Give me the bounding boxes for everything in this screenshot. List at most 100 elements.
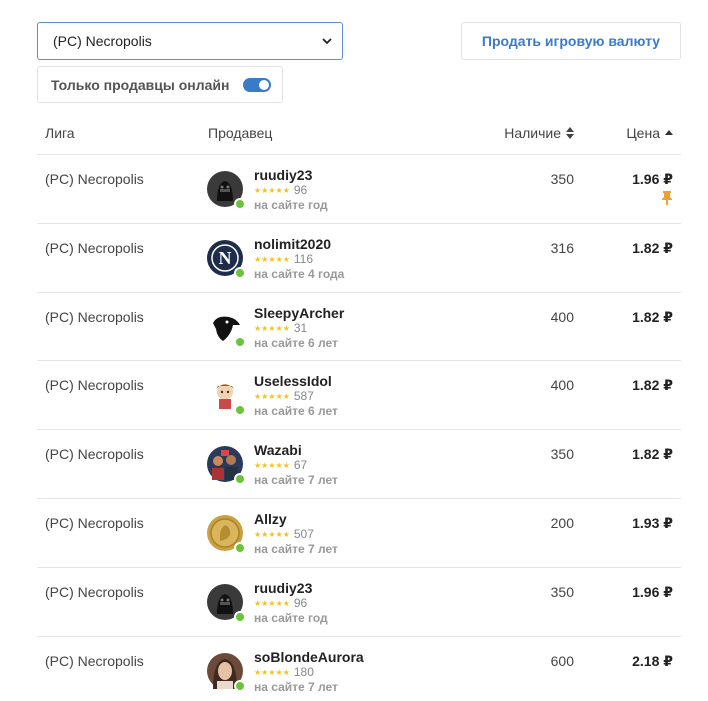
row-league: (PC) Necropolis [45,377,144,394]
seller-since: на сайте 4 года [254,266,345,281]
online-only-toggle[interactable] [242,77,271,92]
review-count: 587 [293,389,314,404]
table-row[interactable]: (PC) Necropolis ruudiy23 ★★★★★ 96 на сай… [37,568,681,637]
header-price-sort[interactable]: Цена [626,125,673,141]
seller-since: на сайте год [254,198,328,212]
seller-since: на сайте 7 лет [254,679,338,694]
seller-info: ruudiy23 ★★★★★ 96 на сайте год [254,580,328,625]
table-row[interactable]: (PC) Necropolis Allzy ★★★★★ 507 на сайте… [37,499,681,568]
row-stock: 350 [550,446,574,463]
crow-avatar[interactable] [207,308,246,348]
row-price: 1.93 ₽ [632,514,673,531]
row-price: 1.82 ₽ [632,239,673,256]
seller-since: на сайте 7 лет [254,473,338,488]
seller-since: на сайте год [254,610,328,625]
seller-info: soBlondeAurora ★★★★★ 180 на сайте 7 лет [254,649,364,694]
seller-since: на сайте 6 лет [254,404,338,419]
seller-info: nolimit2020 ★★★★★ 116 на сайте 4 года [254,236,345,281]
table-row[interactable]: (PC) Necropolis N nolimit2020 ★★★★★ 116 … [37,224,681,293]
seller-info: Allzy ★★★★★ 507 на сайте 7 лет [254,511,338,556]
online-status-icon [234,335,246,348]
table-row[interactable]: (PC) Necropolis soBlondeAurora ★★★★★ 180… [37,637,681,701]
row-league: (PC) Necropolis [45,171,144,187]
seller-rating: ★★★★★ 96 [254,184,328,197]
row-stock: 316 [550,239,574,256]
sort-asc-icon [665,130,673,135]
seller-name-link[interactable]: UselessIdol [254,374,338,389]
seller-info: Wazabi ★★★★★ 67 на сайте 7 лет [254,443,338,488]
star-rating-icon: ★★★★★ [254,254,290,264]
table-row[interactable]: (PC) Necropolis ruudiy23 ★★★★★ 96 на сай… [37,155,681,224]
darth-vader-avatar[interactable] [207,171,246,210]
row-stock: 200 [550,514,574,531]
seller-name-link[interactable]: Wazabi [254,443,338,458]
online-status-icon [234,679,246,692]
table-row[interactable]: (PC) Necropolis Wazabi ★★★★★ 67 на сайте… [37,430,681,499]
group-photo-avatar[interactable] [207,446,246,486]
league-select[interactable]: (PC) Necropolis [37,22,343,60]
review-count: 507 [293,526,314,541]
seller-info: ruudiy23 ★★★★★ 96 на сайте год [254,168,328,213]
online-only-label: Только продавцы онлайн [51,76,230,93]
seller-info: UselessIdol ★★★★★ 587 на сайте 6 лет [254,374,338,419]
review-count: 67 [293,458,308,473]
letter-n-avatar[interactable]: N [207,239,246,279]
star-rating-icon: ★★★★★ [254,598,290,608]
online-status-icon [234,541,246,554]
row-stock: 400 [550,377,574,394]
star-rating-icon: ★★★★★ [254,667,290,677]
filter-controls: (PC) Necropolis Продать игровую валюту Т… [37,22,681,103]
review-count: 96 [293,595,308,610]
online-only-filter[interactable]: Только продавцы онлайн [37,66,283,103]
row-league: (PC) Necropolis [45,652,144,669]
seller-rating: ★★★★★ 587 [254,390,338,403]
seller-rating: ★★★★★ 31 [254,320,344,335]
header-stock-sort[interactable]: Наличие [504,125,574,141]
star-rating-icon: ★★★★★ [254,461,290,471]
seller-name-link[interactable]: ruudiy23 [254,580,328,596]
seller-name-link[interactable]: nolimit2020 [254,236,344,252]
seller-name-link[interactable]: ruudiy23 [254,168,328,183]
seller-name-link[interactable]: SleepyArcher [254,305,344,321]
league-select-value: (PC) Necropolis [53,33,152,49]
row-price: 1.96 ₽ [632,583,673,600]
sell-currency-button[interactable]: Продать игровую валюту [461,22,681,60]
table-header: Лига Продавец Наличие Цена [37,117,681,155]
offers-table: Лига Продавец Наличие Цена (PC) Necropol… [37,117,681,701]
toggle-knob [258,79,269,90]
cartoon-avatar[interactable] [207,377,246,417]
seller-rating: ★★★★★ 96 [254,595,328,610]
header-price-label: Цена [626,125,660,141]
table-row[interactable]: (PC) Necropolis SleepyArcher ★★★★★ 31 на… [37,293,681,362]
row-stock: 350 [550,583,574,600]
star-rating-icon: ★★★★★ [254,186,290,195]
row-league: (PC) Necropolis [45,514,144,531]
row-price: 2.18 ₽ [632,652,673,669]
darth-vader-avatar[interactable] [207,583,246,623]
online-status-icon [234,198,246,210]
header-league: Лига [45,125,75,141]
seller-name-link[interactable]: Allzy [254,511,338,527]
online-status-icon [234,610,246,623]
gold-coin-avatar[interactable] [207,514,246,554]
seller-rating: ★★★★★ 507 [254,526,338,541]
online-status-icon [234,266,246,279]
seller-rating: ★★★★★ 180 [254,665,364,679]
seller-name-link[interactable]: soBlondeAurora [254,649,364,665]
review-count: 31 [293,320,308,335]
review-count: 96 [293,183,308,197]
sort-both-icon [566,127,574,139]
star-rating-icon: ★★★★★ [254,392,290,402]
table-row[interactable]: (PC) Necropolis UselessIdol ★★★★★ 587 на… [37,361,681,431]
row-price: 1.96 ₽ [632,171,673,187]
portrait-avatar[interactable] [207,652,246,692]
seller-rating: ★★★★★ 67 [254,459,338,472]
header-stock-label: Наличие [504,125,561,141]
seller-since: на сайте 7 лет [254,541,338,556]
star-rating-icon: ★★★★★ [254,529,290,539]
row-price: 1.82 ₽ [632,308,673,325]
row-price: 1.82 ₽ [632,446,673,463]
row-stock: 400 [550,308,574,325]
pin-icon [662,191,672,205]
table-body: (PC) Necropolis ruudiy23 ★★★★★ 96 на сай… [37,155,681,701]
